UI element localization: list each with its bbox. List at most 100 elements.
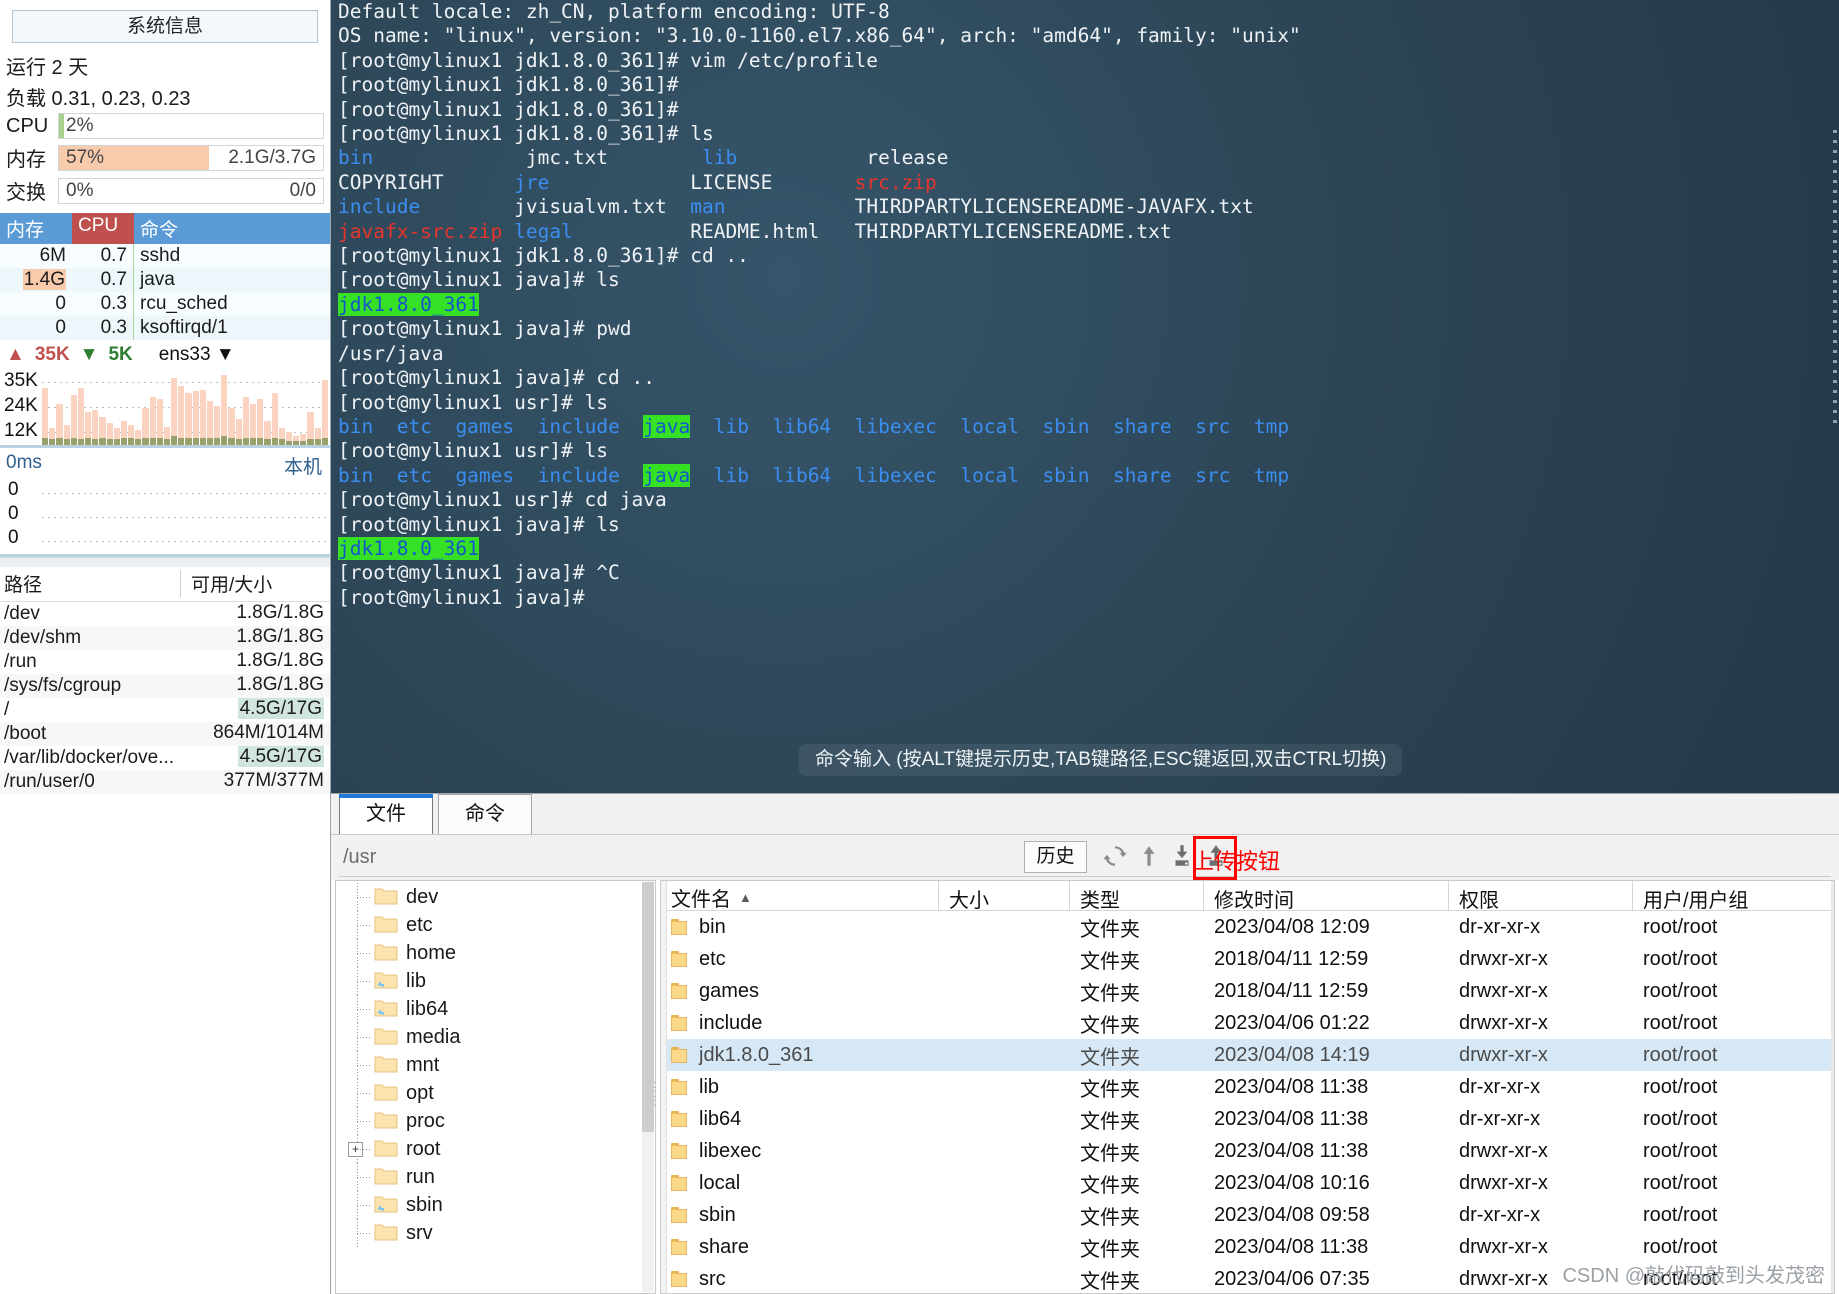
terminal-segment: sbin (1042, 414, 1090, 438)
column-header-type[interactable]: 类型 (1070, 881, 1204, 912)
current-path[interactable]: /usr (343, 846, 376, 869)
folder-icon (671, 1014, 691, 1032)
process-row[interactable]: 1.4G 0.7 java (0, 268, 330, 292)
column-header-mtime[interactable]: 修改时间 (1204, 881, 1449, 912)
column-header-owner[interactable]: 用户/用户组 (1633, 881, 1834, 912)
tree-node[interactable]: sbin (336, 1191, 655, 1219)
table-row[interactable]: bin 文件夹 2023/04/08 12:09 dr-xr-xr-x root/roo… (661, 911, 1834, 943)
proc-col-mem[interactable]: 内存 (0, 213, 72, 244)
tree-node[interactable]: etc (336, 911, 655, 939)
column-header-filename[interactable]: 文件名 ▲ (661, 881, 939, 911)
tab-commands[interactable]: 命令 (438, 794, 532, 834)
tree-node[interactable]: mnt (336, 1051, 655, 1079)
disk-row[interactable]: /run/user/0 377M/377M (0, 770, 330, 794)
terminal-line: [root@mylinux1 jdk1.8.0_361]# vim /etc/p… (331, 49, 1839, 73)
terminal-segment (620, 415, 643, 438)
folder-icon (671, 1206, 691, 1224)
file-name-cell: jdk1.8.0_361 (661, 1044, 939, 1067)
terminal-line: [root@mylinux1 java]# pwd (331, 317, 1839, 341)
terminal-segment (749, 464, 772, 487)
terminal-segment: [root@mylinux1 usr]# cd java (338, 488, 667, 512)
tab-files[interactable]: 文件 (339, 794, 433, 834)
table-row[interactable]: lib64 文件夹 2023/04/08 11:38 dr-xr-xr-x root/r… (661, 1103, 1834, 1135)
tree-node[interactable]: lib (336, 967, 655, 995)
table-row[interactable]: local 文件夹 2023/04/08 10:16 drwxr-xr-x root/r… (661, 1167, 1834, 1199)
terminal-segment: libexec (854, 463, 937, 487)
meter-bar: 2% (58, 113, 324, 139)
table-row[interactable]: etc 文件夹 2018/04/11 12:59 drwxr-xr-x root/roo… (661, 943, 1834, 975)
file-owner: root/root (1643, 1043, 1718, 1066)
disk-row[interactable]: /var/lib/docker/ove... 4.5G/17G (0, 746, 330, 770)
tree-node[interactable]: opt (336, 1079, 655, 1107)
table-row[interactable]: games 文件夹 2018/04/11 12:59 drwxr-xr-x root/r… (661, 975, 1834, 1007)
file-name-cell: share (661, 1236, 939, 1259)
terminal-segment: [root@mylinux1 java]# cd .. (338, 366, 655, 390)
tree-node[interactable]: srv (336, 1219, 655, 1247)
file-mtime: 2023/04/06 07:35 (1214, 1267, 1370, 1290)
disk-row[interactable]: /boot 864M/1014M (0, 722, 330, 746)
folder-icon (671, 1110, 691, 1128)
tree-guide (344, 1191, 374, 1219)
folder-icon (374, 914, 400, 936)
terminal-line: jdk1.8.0_361 (331, 292, 1839, 317)
tree-node[interactable]: + root (336, 1135, 655, 1163)
column-header-size[interactable]: 大小 (939, 881, 1070, 912)
tree-node[interactable]: lib64 (336, 995, 655, 1023)
disk-row[interactable]: /sys/fs/cgroup 1.8G/1.8G (0, 674, 330, 698)
file-list-scrollbar[interactable] (1831, 881, 1834, 1293)
disk-row[interactable]: / 4.5G/17G (0, 698, 330, 722)
table-row[interactable]: lib 文件夹 2023/04/08 11:38 dr-xr-xr-x root/roo… (661, 1071, 1834, 1103)
expand-icon[interactable]: + (348, 1142, 363, 1157)
folder-icon (671, 1238, 691, 1256)
table-row[interactable]: sbin 文件夹 2023/04/08 09:58 dr-xr-xr-x root/ro… (661, 1199, 1834, 1231)
process-row[interactable]: 0 0.3 ksoftirqd/1 (0, 316, 330, 340)
terminal-segment: java (643, 414, 691, 438)
terminal-segment: sbin (1042, 463, 1090, 487)
system-info-title[interactable]: 系统信息 (12, 10, 318, 43)
net-download-value: 5K (108, 344, 133, 365)
file-permissions: drwxr-xr-x (1459, 1139, 1548, 1162)
disk-row[interactable]: /dev 1.8G/1.8G (0, 602, 330, 626)
folder-icon (374, 1110, 400, 1132)
tree-node[interactable]: media (336, 1023, 655, 1051)
network-interface-select[interactable]: ens33 ▼ (159, 344, 235, 366)
disk-row[interactable]: /run 1.8G/1.8G (0, 650, 330, 674)
process-row[interactable]: 6M 0.7 sshd (0, 244, 330, 268)
terminal-output[interactable]: Default locale: zh_CN, platform encoding… (331, 0, 1839, 793)
tree-node[interactable]: home (336, 939, 655, 967)
tree-guide (344, 1079, 374, 1107)
terminal-segment: include (537, 414, 620, 438)
watermark: CSDN @敲代码敲到头发茂密 (1562, 1265, 1825, 1287)
file-mtime: 2023/04/08 09:58 (1214, 1203, 1370, 1226)
column-header-permissions[interactable]: 权限 (1449, 881, 1633, 912)
proc-col-cmd[interactable]: 命令 (134, 213, 330, 244)
net-upload-icon: ▲ (6, 344, 25, 365)
table-row[interactable]: include 文件夹 2023/04/06 01:22 drwxr-xr-x root… (661, 1007, 1834, 1039)
directory-tree[interactable]: dev etc home lib lib64 media mnt opt proc + root ru… (335, 880, 656, 1294)
terminal-segment: [root@mylinux1 java]# pwd (338, 317, 632, 341)
terminal-scrollbar[interactable] (1833, 130, 1837, 470)
proc-col-cpu[interactable]: CPU (72, 213, 134, 244)
tree-node[interactable]: proc (336, 1107, 655, 1135)
process-row[interactable]: 0 0.3 rcu_sched (0, 292, 330, 316)
net-y-tick-0: 35K (4, 370, 38, 391)
terminal-segment: [root@mylinux1 jdk1.8.0_361]# (338, 97, 679, 121)
process-cmd: java (140, 269, 175, 290)
panel-splitter[interactable]: ::: (653, 1078, 656, 1108)
history-button[interactable]: 历史 (1024, 841, 1087, 873)
terminal-segment (432, 464, 455, 487)
tree-node[interactable]: dev (336, 883, 655, 911)
process-table-header: 内存 CPU 命令 (0, 213, 330, 244)
table-row[interactable]: libexec 文件夹 2023/04/08 11:38 drwxr-xr-x root… (661, 1135, 1834, 1167)
refresh-icon[interactable] (1101, 843, 1131, 871)
terminal-resize-grip[interactable]: · · · · · (1736, 786, 1833, 793)
disk-row[interactable]: /dev/shm 1.8G/1.8G (0, 626, 330, 650)
file-list[interactable]: 文件名 ▲ 大小 类型 修改时间 权限 用户/用户组 bin 文件夹 2023/04/08 1… (660, 880, 1835, 1294)
command-input-hint[interactable]: 命令输入 (按ALT键提示历史,TAB键路径,ESC键返回,双击CTRL切换) (799, 744, 1403, 777)
meter-bar: 57% 2.1G/3.7G (58, 144, 324, 171)
file-permissions: drwxr-xr-x (1459, 1043, 1548, 1066)
tree-guide (344, 1163, 374, 1191)
tree-node[interactable]: run (336, 1163, 655, 1191)
upload-arrow-icon[interactable] (1135, 843, 1165, 871)
table-row[interactable]: jdk1.8.0_361 文件夹 2023/04/08 14:19 drwxr-xr-… (661, 1039, 1834, 1071)
